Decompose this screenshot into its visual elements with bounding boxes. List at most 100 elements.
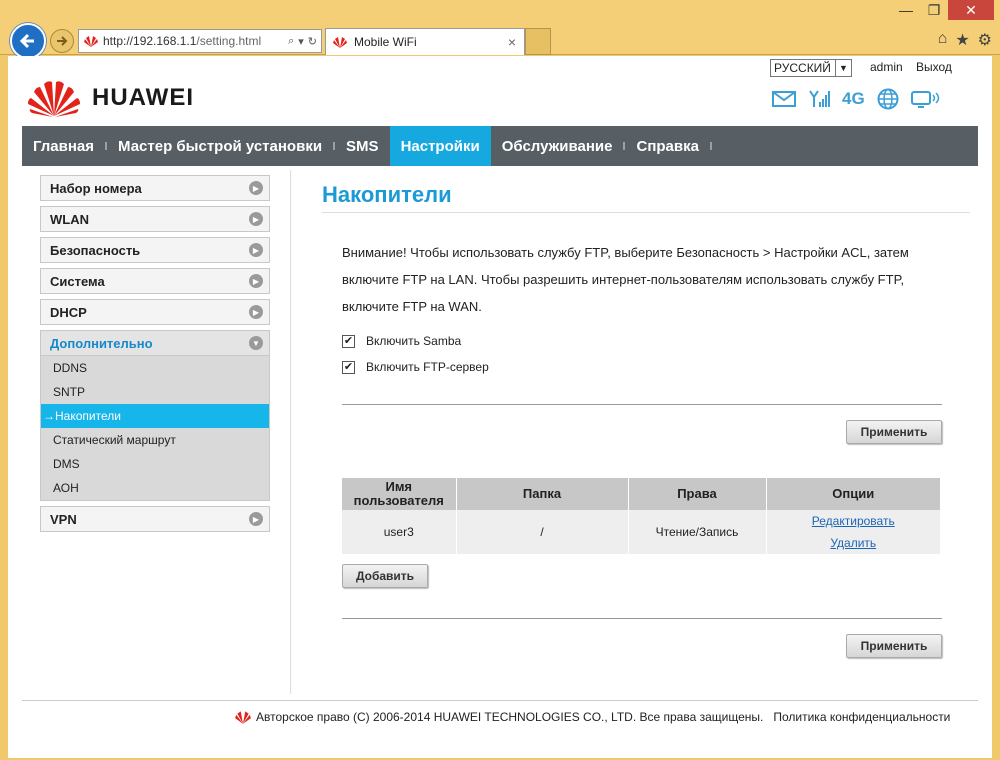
sidebar-item-vpn[interactable]: VPN ▶ (40, 506, 270, 532)
sidebar-item-label: WLAN (50, 211, 89, 227)
add-user-button[interactable]: Добавить (342, 564, 428, 588)
cell-username: user3 (342, 510, 457, 554)
sidebar-subitem-sntp[interactable]: SNTP (41, 380, 269, 404)
nav-help[interactable]: Справка (625, 126, 709, 166)
dropdown-icon[interactable]: ▾ (298, 35, 304, 48)
nav-settings[interactable]: Настройки (389, 126, 491, 166)
language-value: РУССКИЙ (774, 61, 831, 75)
url-path: /setting.html (196, 34, 262, 48)
globe-icon (877, 88, 899, 110)
sidebar-item-system[interactable]: Система ▶ (40, 268, 270, 294)
forward-button[interactable] (50, 29, 74, 53)
advanced-submenu: DDNS SNTP →Накопители Статический маршру… (40, 356, 270, 501)
cell-options: Редактировать Удалить (766, 510, 940, 554)
chevron-down-icon: ▼ (249, 336, 263, 350)
ftp-option: ✔ Включить FTP-сервер (322, 360, 970, 374)
sidebar-subitem-static-route[interactable]: Статический маршрут (41, 428, 269, 452)
search-icon[interactable]: ⌕ (288, 35, 294, 48)
new-tab-button[interactable] (525, 28, 551, 55)
column-header-options: Опции (766, 478, 940, 510)
brand-name: HUAWEI (92, 84, 194, 111)
ftp-users-table: Имя пользователя Папка Права Опции user3… (342, 478, 940, 554)
nav-separator (709, 142, 712, 150)
footer: Авторское право (C) 2006-2014 HUAWEI TEC… (234, 710, 950, 724)
sidebar-item-label: VPN (50, 511, 77, 527)
nav-quick-setup[interactable]: Мастер быстрой установки (107, 126, 333, 166)
router-page: РУССКИЙ ▼ admin Выход HUAWEI 4G Главная (8, 56, 992, 758)
huawei-logo-icon (235, 711, 251, 724)
sidebar-item-advanced[interactable]: Дополнительно ▼ (40, 330, 270, 356)
cell-rights: Чтение/Запись (628, 510, 767, 554)
url-host: http://192.168.1.1 (103, 34, 197, 48)
storage-panel: Накопители Внимание! Чтобы использовать … (322, 182, 970, 658)
user-name[interactable]: admin (870, 60, 903, 74)
apply-button[interactable]: Применить (846, 420, 942, 444)
home-icon[interactable]: ⌂ (938, 30, 948, 50)
column-header-rights: Права (628, 478, 767, 510)
address-tools: ⌕ ▾ ↻ (288, 35, 321, 48)
settings-icon[interactable]: ⚙ (978, 30, 992, 50)
sidebar-item-dial-up[interactable]: Набор номера ▶ (40, 175, 270, 201)
address-bar[interactable]: http://192.168.1.1/setting.html ⌕ ▾ ↻ (78, 29, 322, 53)
chevron-right-icon: ▶ (249, 212, 263, 226)
samba-checkbox[interactable]: ✔ (342, 334, 355, 348)
huawei-logo-icon (28, 81, 80, 117)
signal-strength-icon (809, 90, 830, 107)
sidebar-item-label: Система (50, 273, 105, 289)
huawei-favicon-icon (333, 37, 347, 48)
column-header-folder: Папка (456, 478, 629, 510)
sidebar-item-dhcp[interactable]: DHCP ▶ (40, 299, 270, 325)
nav-maintenance[interactable]: Обслуживание (491, 126, 624, 166)
ftp-checkbox[interactable]: ✔ (342, 360, 355, 374)
sidebar-subitem-ddns[interactable]: DDNS (41, 356, 269, 380)
footer-divider (22, 700, 978, 701)
arrow-left-icon (19, 33, 34, 49)
sidebar-subitem-dms[interactable]: DMS (41, 452, 269, 476)
huawei-favicon-icon (84, 36, 98, 47)
divider (342, 618, 942, 619)
column-header-username: Имя пользователя (342, 478, 457, 510)
nav-home[interactable]: Главная (22, 126, 105, 166)
sidebar-item-security[interactable]: Безопасность ▶ (40, 237, 270, 263)
maximize-button[interactable]: ❐ (920, 0, 948, 20)
arrow-right-icon (57, 36, 68, 46)
close-tab-icon[interactable]: × (508, 34, 516, 50)
privacy-policy-link[interactable]: Политика конфиденциальности (773, 710, 950, 724)
language-select[interactable]: РУССКИЙ ▼ (770, 59, 852, 77)
edit-link[interactable]: Редактировать (767, 510, 941, 532)
tab-title: Mobile WiFi (354, 35, 417, 49)
table-row: user3 / Чтение/Запись Редактировать Удал… (342, 510, 940, 554)
back-button[interactable] (10, 23, 46, 59)
sidebar-subitem-storage[interactable]: →Накопители (41, 404, 269, 428)
status-icons: 4G (772, 88, 941, 110)
sidebar-item-label: Дополнительно (50, 335, 153, 351)
browser-right-icons: ⌂ ★ ⚙ (938, 30, 992, 50)
nav-sms[interactable]: SMS (335, 126, 390, 166)
copyright-text: Авторское право (C) 2006-2014 HUAWEI TEC… (256, 710, 764, 724)
chevron-right-icon: ▶ (249, 305, 263, 319)
ftp-notice: Внимание! Чтобы использовать службу FTP,… (342, 245, 909, 314)
delete-link[interactable]: Удалить (767, 532, 941, 554)
refresh-icon[interactable]: ↻ (308, 35, 317, 48)
wifi-device-icon (910, 91, 939, 108)
window-controls: — ❐ ✕ (892, 0, 994, 22)
sidebar-subitem-caller-id[interactable]: АОН (41, 476, 269, 500)
sms-envelope-icon[interactable] (772, 91, 796, 107)
minimize-button[interactable]: — (892, 0, 920, 20)
chevron-right-icon: ▶ (249, 181, 263, 195)
sidebar-item-wlan[interactable]: WLAN ▶ (40, 206, 270, 232)
browser-tab[interactable]: Mobile WiFi × (325, 28, 525, 55)
chevron-down-icon: ▼ (835, 60, 851, 76)
close-window-button[interactable]: ✕ (948, 0, 994, 20)
apply-button-bottom[interactable]: Применить (846, 634, 942, 658)
settings-sidebar: Набор номера ▶ WLAN ▶ Безопасность ▶ Систем… (40, 175, 270, 537)
huawei-logo: HUAWEI (26, 78, 194, 118)
logout-link[interactable]: Выход (916, 60, 952, 74)
main-nav: Главная Мастер быстрой установки SMS Нас… (22, 126, 978, 166)
network-type: 4G (842, 89, 865, 108)
cell-folder: / (456, 510, 629, 554)
sidebar-item-label: Набор номера (50, 180, 142, 196)
divider (342, 404, 942, 405)
chevron-right-icon: ▶ (249, 274, 263, 288)
favorites-icon[interactable]: ★ (955, 30, 969, 50)
